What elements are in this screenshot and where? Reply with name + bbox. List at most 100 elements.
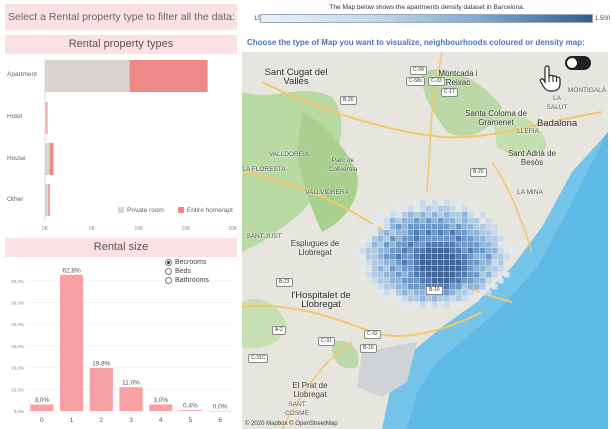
density-cell <box>444 248 450 254</box>
density-cell <box>432 230 438 236</box>
density-cell <box>462 254 468 260</box>
density-cell <box>444 224 450 230</box>
ptype-label-other: Other <box>7 196 24 203</box>
density-cell <box>354 248 360 254</box>
density-cell <box>444 302 450 308</box>
density-cell <box>456 230 462 236</box>
radio-bedrooms[interactable]: Becrooms <box>165 258 209 267</box>
density-cell <box>456 212 462 218</box>
density-cell <box>384 254 390 260</box>
density-cell <box>396 272 402 278</box>
density-cell <box>390 278 396 284</box>
ptypes-bar-other-1 <box>48 184 50 216</box>
density-cell <box>474 230 480 236</box>
radio-beds[interactable]: Beds <box>165 267 209 276</box>
rsize-label-2: 19,8% <box>92 361 111 368</box>
density-cell <box>408 290 414 296</box>
place-santa-coloma: Santa Coloma de Gramenet <box>465 109 527 127</box>
density-cell <box>396 296 402 302</box>
density-cell <box>450 242 456 248</box>
density-cell <box>462 290 468 296</box>
density-cell <box>426 260 432 266</box>
density-cell <box>468 284 474 290</box>
density-cell <box>474 266 480 272</box>
legend-entire-home[interactable]: Entire home/apt <box>177 207 233 214</box>
radio-label-bathrooms: Bathrooms <box>175 277 209 284</box>
density-cell <box>360 266 366 272</box>
density-cell <box>396 230 402 236</box>
property-types-svg: 0K 5K 10K 15K 20K <box>42 58 237 232</box>
place-el-prat: El Prat de Llobregat <box>292 381 328 399</box>
density-cell <box>384 260 390 266</box>
rsize-bar-4 <box>149 404 173 411</box>
density-cell <box>390 254 396 260</box>
density-cell <box>426 296 432 302</box>
density-cell <box>444 230 450 236</box>
map-type-toggle[interactable] <box>565 56 591 70</box>
density-cell <box>414 290 420 296</box>
density-cell <box>378 278 384 284</box>
density-cell <box>402 272 408 278</box>
density-cell <box>438 206 444 212</box>
density-cell <box>438 260 444 266</box>
density-cell <box>492 284 498 290</box>
density-cell <box>384 278 390 284</box>
density-cell <box>360 236 366 242</box>
density-cell <box>414 284 420 290</box>
density-cell <box>456 302 462 308</box>
density-cell <box>480 254 486 260</box>
density-cell <box>432 224 438 230</box>
radio-bathrooms[interactable]: Bathrooms <box>165 276 209 285</box>
ptypes-tick-3: 15K <box>182 226 192 232</box>
density-cell <box>360 248 366 254</box>
place-hospitalet: l'Hospitalet de Llobregat <box>291 290 351 310</box>
ptypes-bar-hotel-1 <box>46 102 48 134</box>
density-cell <box>456 290 462 296</box>
density-cell <box>486 278 492 284</box>
density-cell <box>480 260 486 266</box>
density-cell <box>402 236 408 242</box>
density-cell <box>414 230 420 236</box>
density-cell <box>444 260 450 266</box>
density-cell <box>372 254 378 260</box>
density-cell <box>456 278 462 284</box>
density-cell <box>378 248 384 254</box>
road-b10: B-10 <box>426 286 443 295</box>
density-map[interactable]: Sant Cugat del Vallès Montcada i Reixac … <box>242 52 608 429</box>
property-types-chart[interactable]: 0K 5K 10K 15K 20K Apartment Hotel House Othe… <box>5 56 237 232</box>
density-cell <box>390 242 396 248</box>
radio-dot-bathrooms <box>165 277 172 284</box>
density-cell <box>420 236 426 242</box>
density-cell <box>414 212 420 218</box>
density-cell <box>444 284 450 290</box>
map-choose-text: Choose the type of Map you want to visua… <box>247 38 585 47</box>
density-cell <box>462 242 468 248</box>
density-cell <box>414 272 420 278</box>
density-cell <box>444 218 450 224</box>
density-cell <box>486 230 492 236</box>
place-vallvidrera: VALLVIDRERA <box>305 189 349 196</box>
density-cell <box>378 284 384 290</box>
density-cell <box>450 278 456 284</box>
property-types-legend: Private room Entire home/apt <box>118 207 233 214</box>
density-cell <box>498 266 504 272</box>
density-cell <box>408 206 414 212</box>
density-cell <box>480 248 486 254</box>
density-cell <box>444 266 450 272</box>
road-c31c: C-31C <box>248 354 269 363</box>
density-cell <box>462 260 468 266</box>
place-valldoreix: VALLDOREIX <box>268 151 310 158</box>
density-cell <box>420 230 426 236</box>
density-cell <box>480 284 486 290</box>
density-cell <box>492 230 498 236</box>
density-cell <box>486 218 492 224</box>
density-cell <box>420 248 426 254</box>
rental-size-chart[interactable]: 0,0% 10,0% 20,0% 30,0% 40,0% 50,0% 60,0% 3,0% 0 6… <box>5 258 237 429</box>
density-cell <box>372 218 378 224</box>
ptypes-tick-2: 10K <box>135 226 145 232</box>
density-cell <box>414 218 420 224</box>
density-cell <box>474 272 480 278</box>
rsize-bar-3 <box>119 387 143 411</box>
legend-private-room[interactable]: Private room <box>118 207 164 214</box>
place-sant-cosme: SANT COSME <box>285 401 309 417</box>
